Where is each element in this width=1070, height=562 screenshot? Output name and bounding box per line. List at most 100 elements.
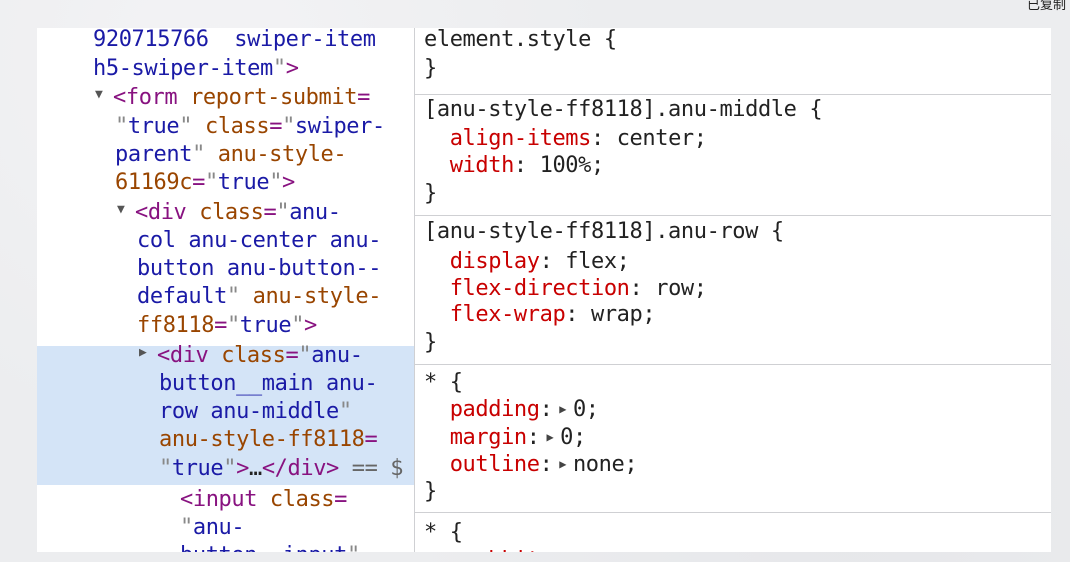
css-rule-line[interactable]: outline: ▶ none;	[424, 451, 638, 481]
code-token: "	[179, 114, 193, 139]
css-rule-line[interactable]: [anu-style-ff8118].anu-row {	[424, 218, 784, 246]
code-token: }	[424, 56, 437, 81]
disclosure-expanded-icon[interactable]: ▼	[95, 81, 113, 109]
code-token: …	[248, 456, 262, 481]
code-token: padding	[424, 397, 540, 422]
css-rule-line[interactable]: flex-wrap: wrap;	[424, 301, 656, 329]
styles-pane[interactable]: element.style {} [anu-style-ff8118].anu-m…	[415, 28, 1051, 552]
css-rule-line[interactable]: margin: ▶ 0;	[424, 424, 587, 454]
dom-node-line[interactable]: h5-swiper-item">	[93, 55, 299, 83]
code-token: >	[282, 170, 295, 195]
code-token: "	[338, 399, 352, 424]
code-token: :	[539, 452, 553, 477]
expand-shorthand-icon[interactable]: ▶	[552, 457, 572, 471]
code-token: "	[269, 170, 283, 195]
css-rule-line[interactable]: * {	[424, 519, 463, 547]
code-token: {	[770, 219, 784, 244]
css-rule-line[interactable]: }	[424, 478, 437, 506]
code-token: =	[214, 313, 227, 338]
disclosure-collapsed-icon[interactable]: ▶	[139, 339, 157, 367]
dom-node-line[interactable]: button__main anu-	[159, 370, 378, 398]
code-token: "	[291, 313, 305, 338]
css-rule-line[interactable]: display: flex;	[424, 248, 630, 276]
disclosure-expanded-icon[interactable]: ▼	[117, 196, 135, 224]
code-token: "	[192, 142, 205, 167]
code-token: anu-	[311, 343, 363, 368]
expand-shorthand-icon[interactable]: ▶	[540, 430, 560, 444]
rule-divider	[415, 215, 1051, 216]
dom-node-line[interactable]: "true">…</div> == $	[159, 455, 404, 483]
rule-divider	[415, 512, 1051, 513]
dom-node-line[interactable]: parent" anu-style-	[115, 141, 347, 169]
code-token: *	[424, 370, 450, 395]
css-rule-line[interactable]: }	[424, 180, 437, 208]
code-token: display	[424, 249, 540, 274]
css-rule-line[interactable]: width: 100%;	[424, 152, 605, 180]
dom-node-line[interactable]: ▼ <div class="anu-	[117, 199, 341, 227]
code-token: : 100%;	[513, 153, 604, 178]
elements-tree[interactable]: 920715766 swiper-item h5-swiper-item"> ▼ <f…	[37, 28, 415, 552]
code-token: {	[449, 520, 463, 545]
code-token: {	[809, 97, 823, 122]
css-rule-line[interactable]: padding: ▶ 0;	[424, 396, 599, 426]
code-token: "	[298, 343, 312, 368]
code-token: element.style	[424, 28, 604, 52]
dom-node-line[interactable]: row anu-middle"	[159, 398, 352, 426]
code-token: =	[192, 170, 205, 195]
code-token: }	[424, 181, 437, 206]
expand-shorthand-icon[interactable]: ▶	[552, 402, 572, 416]
css-rule-line[interactable]: -webkit-	[424, 547, 553, 552]
code-token: : wrap;	[565, 302, 656, 327]
dom-node-line[interactable]: button anu-button--	[137, 255, 381, 283]
code-token: "	[347, 543, 360, 552]
dom-node-line[interactable]: 920715766 swiper-item	[93, 28, 376, 54]
css-rule-line[interactable]: }	[424, 55, 437, 83]
code-token: button__main anu-	[159, 371, 378, 396]
code-token: == $	[338, 456, 404, 481]
code-token: </div>	[261, 456, 339, 481]
code-token: button__input	[180, 543, 347, 552]
dom-node-line[interactable]: button__input"	[180, 542, 360, 552]
code-token: "	[159, 456, 172, 481]
code-token: flex-direction	[424, 276, 630, 301]
code-token: "	[282, 114, 295, 139]
code-token: true	[171, 456, 224, 481]
css-rule-line[interactable]: [anu-style-ff8118].anu-middle {	[424, 96, 823, 124]
code-token: "	[115, 114, 128, 139]
code-token: true	[239, 313, 292, 338]
css-rule-line[interactable]: align-items: center;	[424, 125, 707, 153]
code-token: <form	[113, 85, 191, 110]
dom-node-line[interactable]: ▼ <form report-submit=	[95, 84, 370, 112]
code-token: width	[424, 153, 515, 178]
css-rule-line[interactable]: * {	[424, 369, 463, 397]
dom-node-line[interactable]: col anu-center anu-	[137, 227, 381, 255]
dom-node-line[interactable]: anu-style-ff8118=	[159, 426, 378, 454]
code-token: "	[226, 284, 240, 309]
dom-node-line[interactable]: 61169c="true">	[115, 169, 295, 197]
code-token: }	[424, 330, 437, 355]
code-token: >	[236, 456, 249, 481]
css-rule-line[interactable]: flex-direction: row;	[424, 275, 707, 303]
dom-node-line[interactable]: ff8118="true">	[137, 312, 317, 340]
dom-node-line[interactable]: ▶ <div class="anu-	[139, 342, 363, 370]
code-token: =	[364, 427, 378, 452]
code-token: align-items	[424, 126, 592, 151]
code-token: >	[304, 313, 317, 338]
code-token: : flex;	[539, 249, 630, 274]
dom-node-line[interactable]: default" anu-style-	[137, 283, 381, 311]
code-token: "	[276, 200, 290, 225]
code-token: class	[199, 200, 264, 225]
dom-node-line[interactable]: "true" class="swiper-	[115, 113, 385, 141]
dom-node-line[interactable]: "anu-	[180, 514, 245, 542]
code-token: none;	[572, 452, 638, 477]
corner-label: 已复制	[1026, 0, 1066, 13]
code-token: button anu-button--	[137, 256, 382, 281]
dom-node-line[interactable]: <input class=	[180, 486, 347, 514]
code-token: *	[424, 520, 450, 545]
code-token: parent	[115, 142, 193, 167]
css-rule-line[interactable]: }	[424, 329, 437, 357]
code-token: :	[526, 425, 540, 450]
code-token: "	[204, 170, 218, 195]
css-rule-line[interactable]: element.style {	[424, 28, 617, 54]
code-token: class	[269, 487, 335, 512]
